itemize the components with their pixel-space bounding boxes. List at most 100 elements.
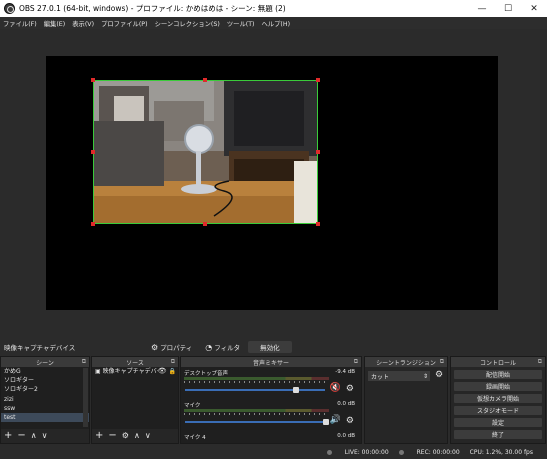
deactivate-button[interactable]: 無効化 [248, 341, 292, 353]
mixer-dock-title: 音声ミキサー [252, 359, 289, 367]
mixer-channel: マイク 4 0.0 dB [183, 433, 359, 445]
detach-icon[interactable]: ⧉ [354, 358, 358, 366]
move-up-icon[interactable]: ∧ [31, 431, 37, 441]
filter-icon: ◔ [205, 342, 213, 352]
sources-dock: ソース ⧉ ▣ 映像キャプチャデバイス 👁 🔒 + − ⚙ ∧ ∨ [91, 356, 179, 444]
start-recording-button[interactable]: 録画開始 [454, 382, 542, 391]
resize-handle-left[interactable] [91, 150, 95, 154]
volume-slider[interactable] [185, 389, 325, 391]
scene-item-selected[interactable]: test [1, 412, 89, 423]
volume-slider[interactable] [185, 421, 325, 423]
scenes-dock: シーン ⧉ かめG ソロギター ソロギター2 zizi ssw test + −… [0, 356, 90, 444]
sources-dock-footer: + − ⚙ ∧ ∨ [92, 429, 178, 443]
add-source-icon[interactable]: + [95, 431, 103, 441]
scenes-scrollbar[interactable] [83, 368, 88, 427]
scenes-dock-footer: + − ∧ ∨ [1, 429, 89, 443]
mixer-dock-header: 音声ミキサー ⧉ [181, 357, 361, 367]
menu-bar: ファイル(F) 編集(E) 表示(V) プロファイル(P) シーンコレクション(… [0, 17, 547, 29]
transitions-dock-title: シーントランジション [376, 359, 436, 367]
channel-db: -9.4 dB [335, 369, 355, 375]
volume-slider-knob[interactable] [293, 387, 299, 393]
transition-settings-gear-icon[interactable]: ⚙ [435, 370, 443, 380]
detach-icon[interactable]: ⧉ [440, 358, 444, 366]
move-down-icon[interactable]: ∨ [42, 431, 48, 441]
scene-item[interactable]: ソロギター2 [1, 385, 89, 394]
menu-scene-collection[interactable]: シーンコレクション(S) [155, 19, 220, 28]
meter-scale [184, 381, 329, 383]
scene-item[interactable]: zizi [1, 395, 89, 404]
menu-profile[interactable]: プロファイル(P) [101, 19, 148, 28]
volume-slider-knob[interactable] [323, 419, 329, 425]
menu-view[interactable]: 表示(V) [72, 19, 94, 28]
resize-handle-bottom[interactable] [203, 222, 207, 226]
resize-handle-bottom-right[interactable] [316, 222, 320, 226]
volume-meter [184, 377, 329, 380]
rec-dot-icon [398, 450, 404, 455]
move-down-icon[interactable]: ∨ [145, 431, 151, 441]
transition-select[interactable]: カット ⇕ [368, 371, 430, 381]
exit-button[interactable]: 終了 [454, 430, 542, 439]
remove-scene-icon[interactable]: − [17, 431, 25, 441]
scenes-dock-title: シーン [36, 359, 54, 367]
rec-time: REC: 00:00:00 [416, 449, 460, 456]
camera-icon: ▣ [95, 368, 101, 375]
menu-file[interactable]: ファイル(F) [3, 19, 37, 28]
detach-icon[interactable]: ⧉ [171, 358, 175, 366]
source-item[interactable]: ▣ 映像キャプチャデバイス 👁 🔒 [92, 367, 178, 376]
resize-handle-top-left[interactable] [91, 78, 95, 82]
selected-source-name: 映像キャプチャデバイス [4, 344, 76, 352]
video-capture-preview[interactable] [93, 80, 318, 224]
properties-label: プロパティ [160, 344, 193, 352]
resize-handle-right[interactable] [316, 150, 320, 154]
channel-name: デスクトップ音声 [184, 371, 229, 377]
channel-settings-gear-icon[interactable]: ⚙ [346, 384, 354, 394]
rec-status: REC: 00:00:00 [398, 449, 460, 456]
detach-icon[interactable]: ⧉ [82, 358, 86, 366]
filters-label: フィルタ [214, 344, 241, 352]
source-toolbar: 映像キャプチャデバイス ⚙ プロパティ ◔ フィルタ 無効化 [0, 340, 547, 354]
minimize-button[interactable]: — [469, 0, 495, 17]
channel-settings-gear-icon[interactable]: ⚙ [346, 416, 354, 426]
speaker-icon[interactable]: 🔊 [330, 415, 341, 425]
maximize-button[interactable]: ☐ [495, 0, 521, 17]
lock-icon[interactable]: 🔒 [169, 367, 176, 376]
add-scene-icon[interactable]: + [4, 431, 12, 441]
menu-edit[interactable]: 編集(E) [44, 19, 66, 28]
controls-dock: コントロール ⧉ 配信開始 録画開始 仮想カメラ開始 スタジオモード 設定 終了 [450, 356, 546, 444]
detach-icon[interactable]: ⧉ [538, 358, 542, 366]
start-virtual-camera-button[interactable]: 仮想カメラ開始 [454, 394, 542, 403]
remove-source-icon[interactable]: − [108, 431, 116, 441]
muted-speaker-icon[interactable]: 🔇 [330, 383, 341, 393]
scene-item[interactable]: ssw [1, 404, 89, 413]
resize-handle-bottom-left[interactable] [91, 222, 95, 226]
sources-dock-title: ソース [126, 359, 144, 367]
source-properties-gear-icon[interactable]: ⚙ [122, 431, 129, 441]
sources-list[interactable]: ▣ 映像キャプチャデバイス 👁 🔒 [92, 367, 178, 429]
window-title: OBS 27.0.1 (64-bit, windows) - プロファイル: か… [19, 4, 286, 13]
resize-handle-top-right[interactable] [316, 78, 320, 82]
live-dot-icon [326, 450, 332, 455]
volume-meter [184, 409, 329, 412]
properties-button[interactable]: ⚙ プロパティ [146, 341, 197, 353]
cpu-status: CPU: 1.2%, 30.00 fps [469, 449, 533, 456]
scene-item[interactable]: かめG [1, 367, 89, 376]
settings-button[interactable]: 設定 [454, 418, 542, 427]
studio-mode-button[interactable]: スタジオモード [454, 406, 542, 415]
status-bar: LIVE: 00:00:00 REC: 00:00:00 CPU: 1.2%, … [0, 446, 547, 459]
start-streaming-button[interactable]: 配信開始 [454, 370, 542, 379]
filters-button[interactable]: ◔ フィルタ [200, 341, 245, 353]
menu-help[interactable]: ヘルプ(H) [262, 19, 291, 28]
eye-icon[interactable]: 👁 [158, 367, 167, 376]
channel-name: マイク 4 [184, 435, 206, 441]
close-button[interactable]: ✕ [521, 0, 547, 17]
mixer-channel: デスクトップ音声 -9.4 dB 🔇 ⚙ [183, 369, 359, 399]
move-up-icon[interactable]: ∧ [134, 431, 140, 441]
menu-tools[interactable]: ツール(T) [227, 19, 255, 28]
scenes-dock-header: シーン ⧉ [1, 357, 89, 367]
scenes-list[interactable]: かめG ソロギター ソロギター2 zizi ssw test [1, 367, 89, 429]
audio-mixer-dock: 音声ミキサー ⧉ デスクトップ音声 -9.4 dB 🔇 ⚙ マイク 0.0 dB… [180, 356, 362, 444]
controls-dock-header: コントロール ⧉ [451, 357, 545, 367]
resize-handle-top[interactable] [203, 78, 207, 82]
scene-item[interactable]: ソロギター [1, 376, 89, 385]
transition-select-value: カット [371, 373, 390, 381]
